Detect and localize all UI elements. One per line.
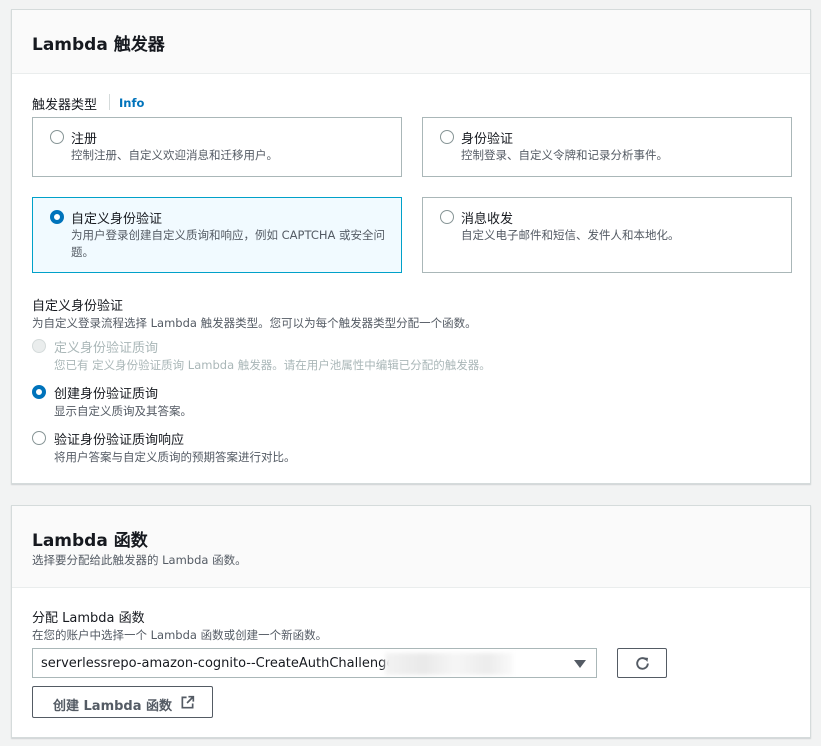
function-panel-title: Lambda 函数 — [32, 531, 148, 551]
create-lambda-label: 创建 Lambda 函数 — [53, 699, 173, 714]
create-challenge-title[interactable]: 创建身份验证质询 — [54, 383, 158, 402]
create-challenge-desc: 显示自定义质询及其答案。 — [54, 404, 192, 418]
signup-desc: 控制注册、自定义欢迎消息和迁移用户。 — [71, 148, 278, 162]
custom-auth-radio[interactable] — [50, 210, 64, 224]
assign-function-label: 分配 Lambda 函数 — [32, 611, 145, 626]
authentication-radio[interactable] — [440, 130, 454, 144]
trigger-tile-signup[interactable]: 注册 控制注册、自定义欢迎消息和迁移用户。 — [32, 117, 402, 177]
trigger-panel-header: Lambda 触发器 — [12, 10, 810, 74]
messaging-desc: 自定义电子邮件和短信、发件人和本地化。 — [461, 228, 680, 242]
lambda-function-select[interactable]: serverlessrepo-amazon-cognito--CreateAut… — [32, 648, 597, 678]
create-challenge-radio[interactable] — [32, 385, 46, 399]
trigger-type-label: 触发器类型 — [32, 98, 98, 113]
custom-auth-desc: 为用户登录创建自定义质询和响应，例如 CAPTCHA 或安全问题。 — [71, 228, 386, 259]
label-separator — [109, 94, 110, 110]
trigger-tile-authentication[interactable]: 身份验证 控制登录、自定义令牌和记录分析事件。 — [422, 117, 792, 177]
verify-challenge-desc: 将用户答案与自定义质询的预期答案进行对比。 — [54, 450, 296, 464]
info-link[interactable]: Info — [119, 96, 144, 110]
function-panel-header: Lambda 函数 选择要分配给此触发器的 Lambda 函数。 — [12, 506, 810, 588]
trigger-tile-messaging[interactable]: 消息收发 自定义电子邮件和短信、发件人和本地化。 — [422, 197, 792, 273]
custom-auth-section-desc: 为自定义登录流程选择 Lambda 触发器类型。您可以为每个触发器类型分配一个函… — [32, 316, 477, 330]
custom-auth-title: 自定义身份验证 — [71, 212, 163, 227]
verify-challenge-title[interactable]: 验证身份验证质询响应 — [54, 429, 184, 448]
authentication-desc: 控制登录、自定义令牌和记录分析事件。 — [461, 148, 668, 162]
function-panel-desc: 选择要分配给此触发器的 Lambda 函数。 — [32, 553, 247, 567]
trigger-tile-custom-auth[interactable]: 自定义身份验证 为用户登录创建自定义质询和响应，例如 CAPTCHA 或安全问题… — [32, 197, 402, 273]
create-lambda-button[interactable]: 创建 Lambda 函数 — [32, 686, 213, 718]
refresh-icon — [636, 657, 649, 670]
define-challenge-title: 定义身份验证质询 — [54, 341, 159, 356]
caret-down-icon — [574, 660, 586, 668]
lambda-function-panel: Lambda 函数 选择要分配给此触发器的 Lambda 函数。 分配 Lamb… — [11, 505, 811, 738]
redacted-blur — [385, 653, 513, 675]
messaging-radio[interactable] — [440, 210, 454, 224]
lambda-trigger-panel: Lambda 触发器 触发器类型 Info 注册 控制注册、自定义欢迎消息和迁移… — [11, 9, 811, 484]
authentication-title: 身份验证 — [461, 132, 514, 147]
define-challenge-radio — [32, 339, 46, 353]
messaging-title: 消息收发 — [461, 212, 514, 227]
signup-title: 注册 — [71, 132, 98, 147]
assign-function-desc: 在您的账户中选择一个 Lambda 函数或创建一个新函数。 — [32, 628, 328, 642]
custom-auth-section-label: 自定义身份验证 — [32, 299, 124, 314]
verify-challenge-radio[interactable] — [32, 431, 46, 445]
define-challenge-desc: 您已有 定义身份验证质询 Lambda 触发器。请在用户池属性中编辑已分配的触发… — [54, 358, 491, 372]
signup-radio[interactable] — [50, 130, 64, 144]
refresh-button[interactable] — [617, 648, 667, 678]
external-link-icon — [181, 695, 195, 709]
trigger-panel-title: Lambda 触发器 — [32, 35, 165, 55]
selected-function-value: serverlessrepo-amazon-cognito--CreateAut… — [41, 656, 395, 671]
